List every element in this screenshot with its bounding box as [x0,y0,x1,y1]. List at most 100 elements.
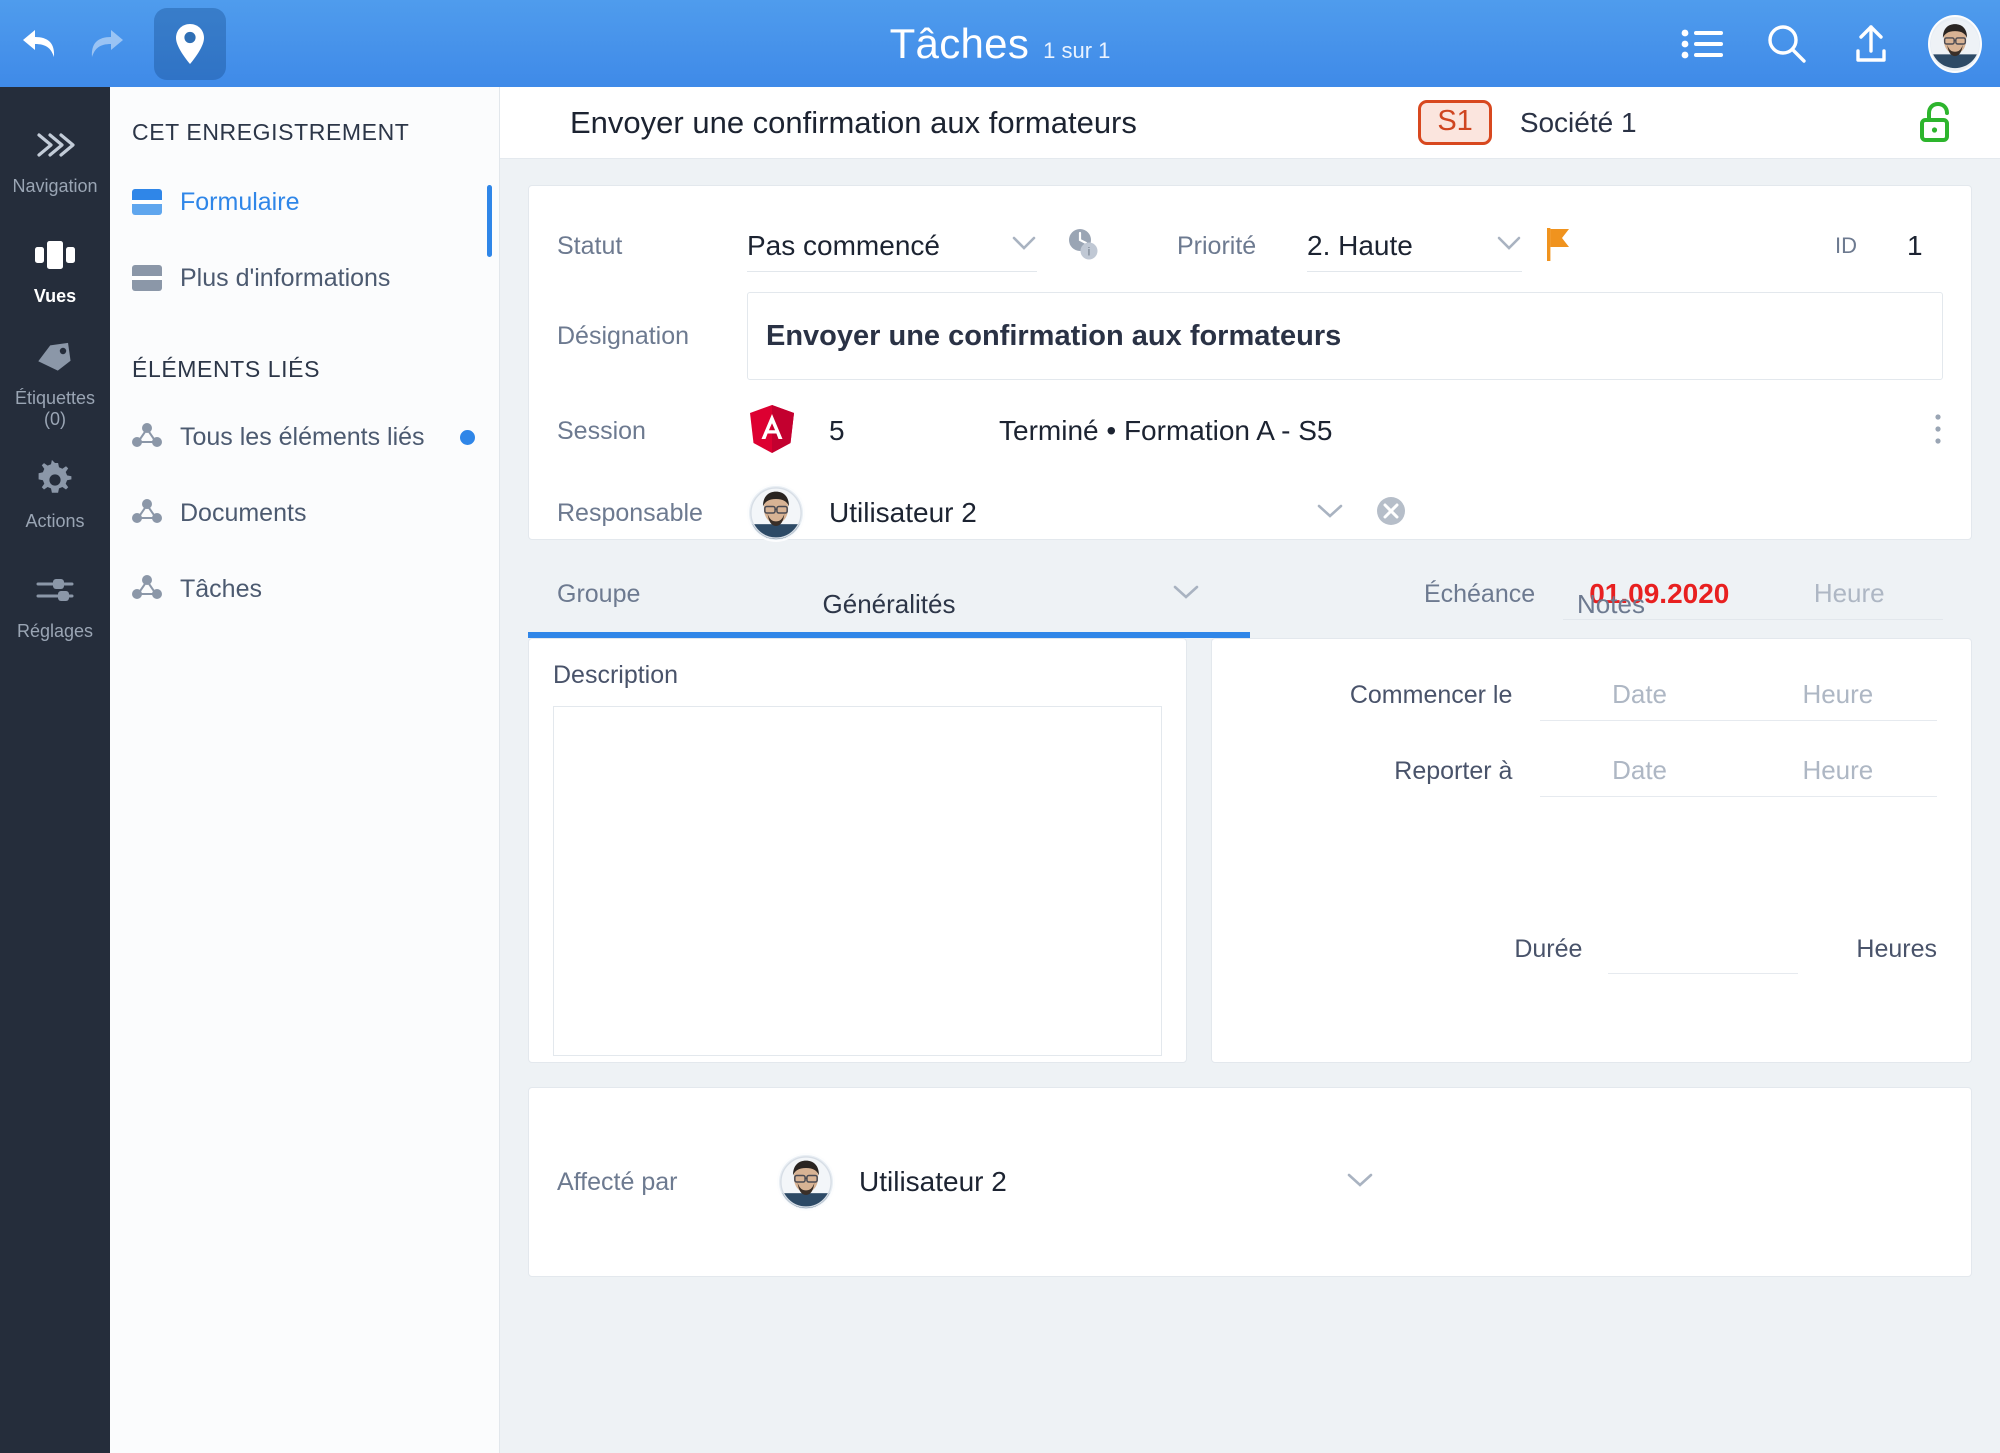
map-pin-icon[interactable] [154,8,226,80]
tab-panels: Description Commencer le Date Heure Repo… [528,638,1972,1063]
sidebar-section-record: CET ENREGISTREMENT [110,87,499,146]
record-fields-card: Statut Pas commencé i Priorité 2. Haute [528,185,1972,540]
form-icon [132,189,162,215]
chevron-down-icon [1496,235,1522,256]
priorite-select[interactable]: 2. Haute [1307,220,1522,272]
kebab-menu-icon[interactable] [1933,412,1943,451]
field-row-statut: Statut Pas commencé i Priorité 2. Haute [557,186,1943,282]
dates-card: Commencer le Date Heure Reporter à Date … [1211,638,1972,1063]
rail-item-label: Étiquettes (0) [15,388,95,430]
sidebar-item-taches[interactable]: Tâches [110,559,499,619]
rail-item-label-line1: Étiquettes [15,388,95,408]
form-icon-grey [132,265,162,291]
session-detail: Terminé • Formation A - S5 [999,415,1332,447]
angular-logo-icon [747,403,805,460]
rail-item-label: Navigation [12,176,97,197]
share-upload-icon[interactable] [1844,17,1898,71]
commencer-le-fields[interactable]: Date Heure [1540,669,1937,721]
list-icon[interactable] [1676,17,1730,71]
commencer-le-label: Commencer le [1212,681,1512,710]
sidebar-item-plus-dinformations[interactable]: Plus d'informations [110,248,499,308]
rail-item-navigation[interactable]: Navigation [0,105,110,215]
reporter-a-time-placeholder: Heure [1739,755,1937,786]
tab-generalites[interactable]: Généralités [528,589,1250,638]
clear-circle-icon[interactable] [1373,493,1409,534]
reporter-a-fields[interactable]: Date Heure [1540,745,1937,797]
sidebar-item-label: Plus d'informations [180,264,390,293]
reporter-a-label: Reporter à [1212,757,1512,786]
record-sidebar: CET ENREGISTREMENT Formulaire Plus d'inf… [110,87,500,1453]
top-bar-actions [1676,0,1982,87]
gear-icon [35,458,75,502]
avatar [747,484,805,542]
sidebar-item-label: Formulaire [180,188,299,217]
duree-input[interactable] [1608,924,1798,974]
chevron-down-icon [1011,235,1037,256]
record-title: Envoyer une confirmation aux formateurs [570,105,1137,141]
page-title: Tâches [890,20,1030,68]
sidebar-item-formulaire[interactable]: Formulaire [110,172,499,232]
record-header: Envoyer une confirmation aux formateurs … [500,87,2000,159]
sliders-icon [34,568,76,612]
sidebar-item-documents[interactable]: Documents [110,483,499,543]
rail-item-label: Réglages [17,621,93,642]
commencer-le-time-placeholder: Heure [1739,679,1937,710]
unlocked-padlock-icon[interactable] [1918,100,1956,146]
chevron-down-icon[interactable] [1315,502,1345,525]
tab-label: Notes [1577,589,1645,619]
sidebar-item-tous-les-elements-lies[interactable]: Tous les éléments liés [110,407,499,467]
id-value: 1 [1907,230,1943,262]
rail-item-actions[interactable]: Actions [0,440,110,550]
avatar[interactable] [1928,17,1982,71]
field-row-session: Session 5 Terminé • Formation A - S5 [557,390,1943,472]
main-content: Statut Pas commencé i Priorité 2. Haute [500,159,2000,1453]
orange-flag-icon[interactable] [1544,224,1574,269]
description-input[interactable] [553,706,1162,1056]
sidebar-item-label: Documents [180,499,306,528]
duree-label: Durée [1212,935,1582,964]
sidebar-section-linked: ÉLÉMENTS LIÉS [110,308,499,383]
statut-select[interactable]: Pas commencé [747,220,1037,272]
network-icon [132,421,162,454]
unread-dot-badge [460,430,475,445]
sidebar-item-label: Tous les éléments liés [180,423,425,452]
rail-item-reglages[interactable]: Réglages [0,550,110,660]
description-label: Description [553,661,1162,690]
top-app-bar: Tâches 1 sur 1 [0,0,2000,87]
statut-label: Statut [557,232,747,261]
forward-arrow-icon[interactable] [82,21,128,67]
duree-unit-label: Heures [1856,935,1937,964]
search-icon[interactable] [1760,17,1814,71]
left-icon-rail: Navigation Vues Étiquettes (0) [0,87,110,1453]
chevrons-right-icon [33,123,77,167]
record-counter: 1 sur 1 [1043,38,1110,64]
chevron-down-icon[interactable] [1345,1171,1375,1194]
responsable-value: Utilisateur 2 [829,497,977,529]
sidebar-item-label: Tâches [180,575,262,604]
rail-item-vues[interactable]: Vues [0,215,110,325]
responsable-label: Responsable [557,499,747,528]
carousel-icon [32,233,78,277]
tab-notes[interactable]: Notes [1250,589,1972,638]
designation-label: Désignation [557,322,747,351]
rail-item-label: Actions [25,511,84,532]
priorite-label: Priorité [1177,232,1307,261]
back-arrow-icon[interactable] [18,21,64,67]
statut-value: Pas commencé [747,230,940,262]
designation-value: Envoyer une confirmation aux formateurs [766,320,1341,353]
status-badge[interactable]: S1 [1418,100,1491,145]
company-name: Société 1 [1520,107,1637,139]
avatar [777,1153,835,1211]
field-row-responsable: Responsable Ut [557,472,1943,554]
rail-item-label: Vues [34,286,76,307]
session-count: 5 [829,415,999,447]
date-row-commencer-le: Commencer le Date Heure [1212,665,1937,725]
clock-info-icon[interactable]: i [1063,224,1103,269]
affecte-par-label: Affecté par [557,1168,757,1197]
network-icon [132,497,162,530]
designation-input[interactable]: Envoyer une confirmation aux formateurs [747,292,1943,380]
active-item-indicator [487,185,492,257]
rail-item-etiquettes[interactable]: Étiquettes (0) [0,325,110,440]
reporter-a-date-placeholder: Date [1540,755,1738,786]
commencer-le-date-placeholder: Date [1540,679,1738,710]
